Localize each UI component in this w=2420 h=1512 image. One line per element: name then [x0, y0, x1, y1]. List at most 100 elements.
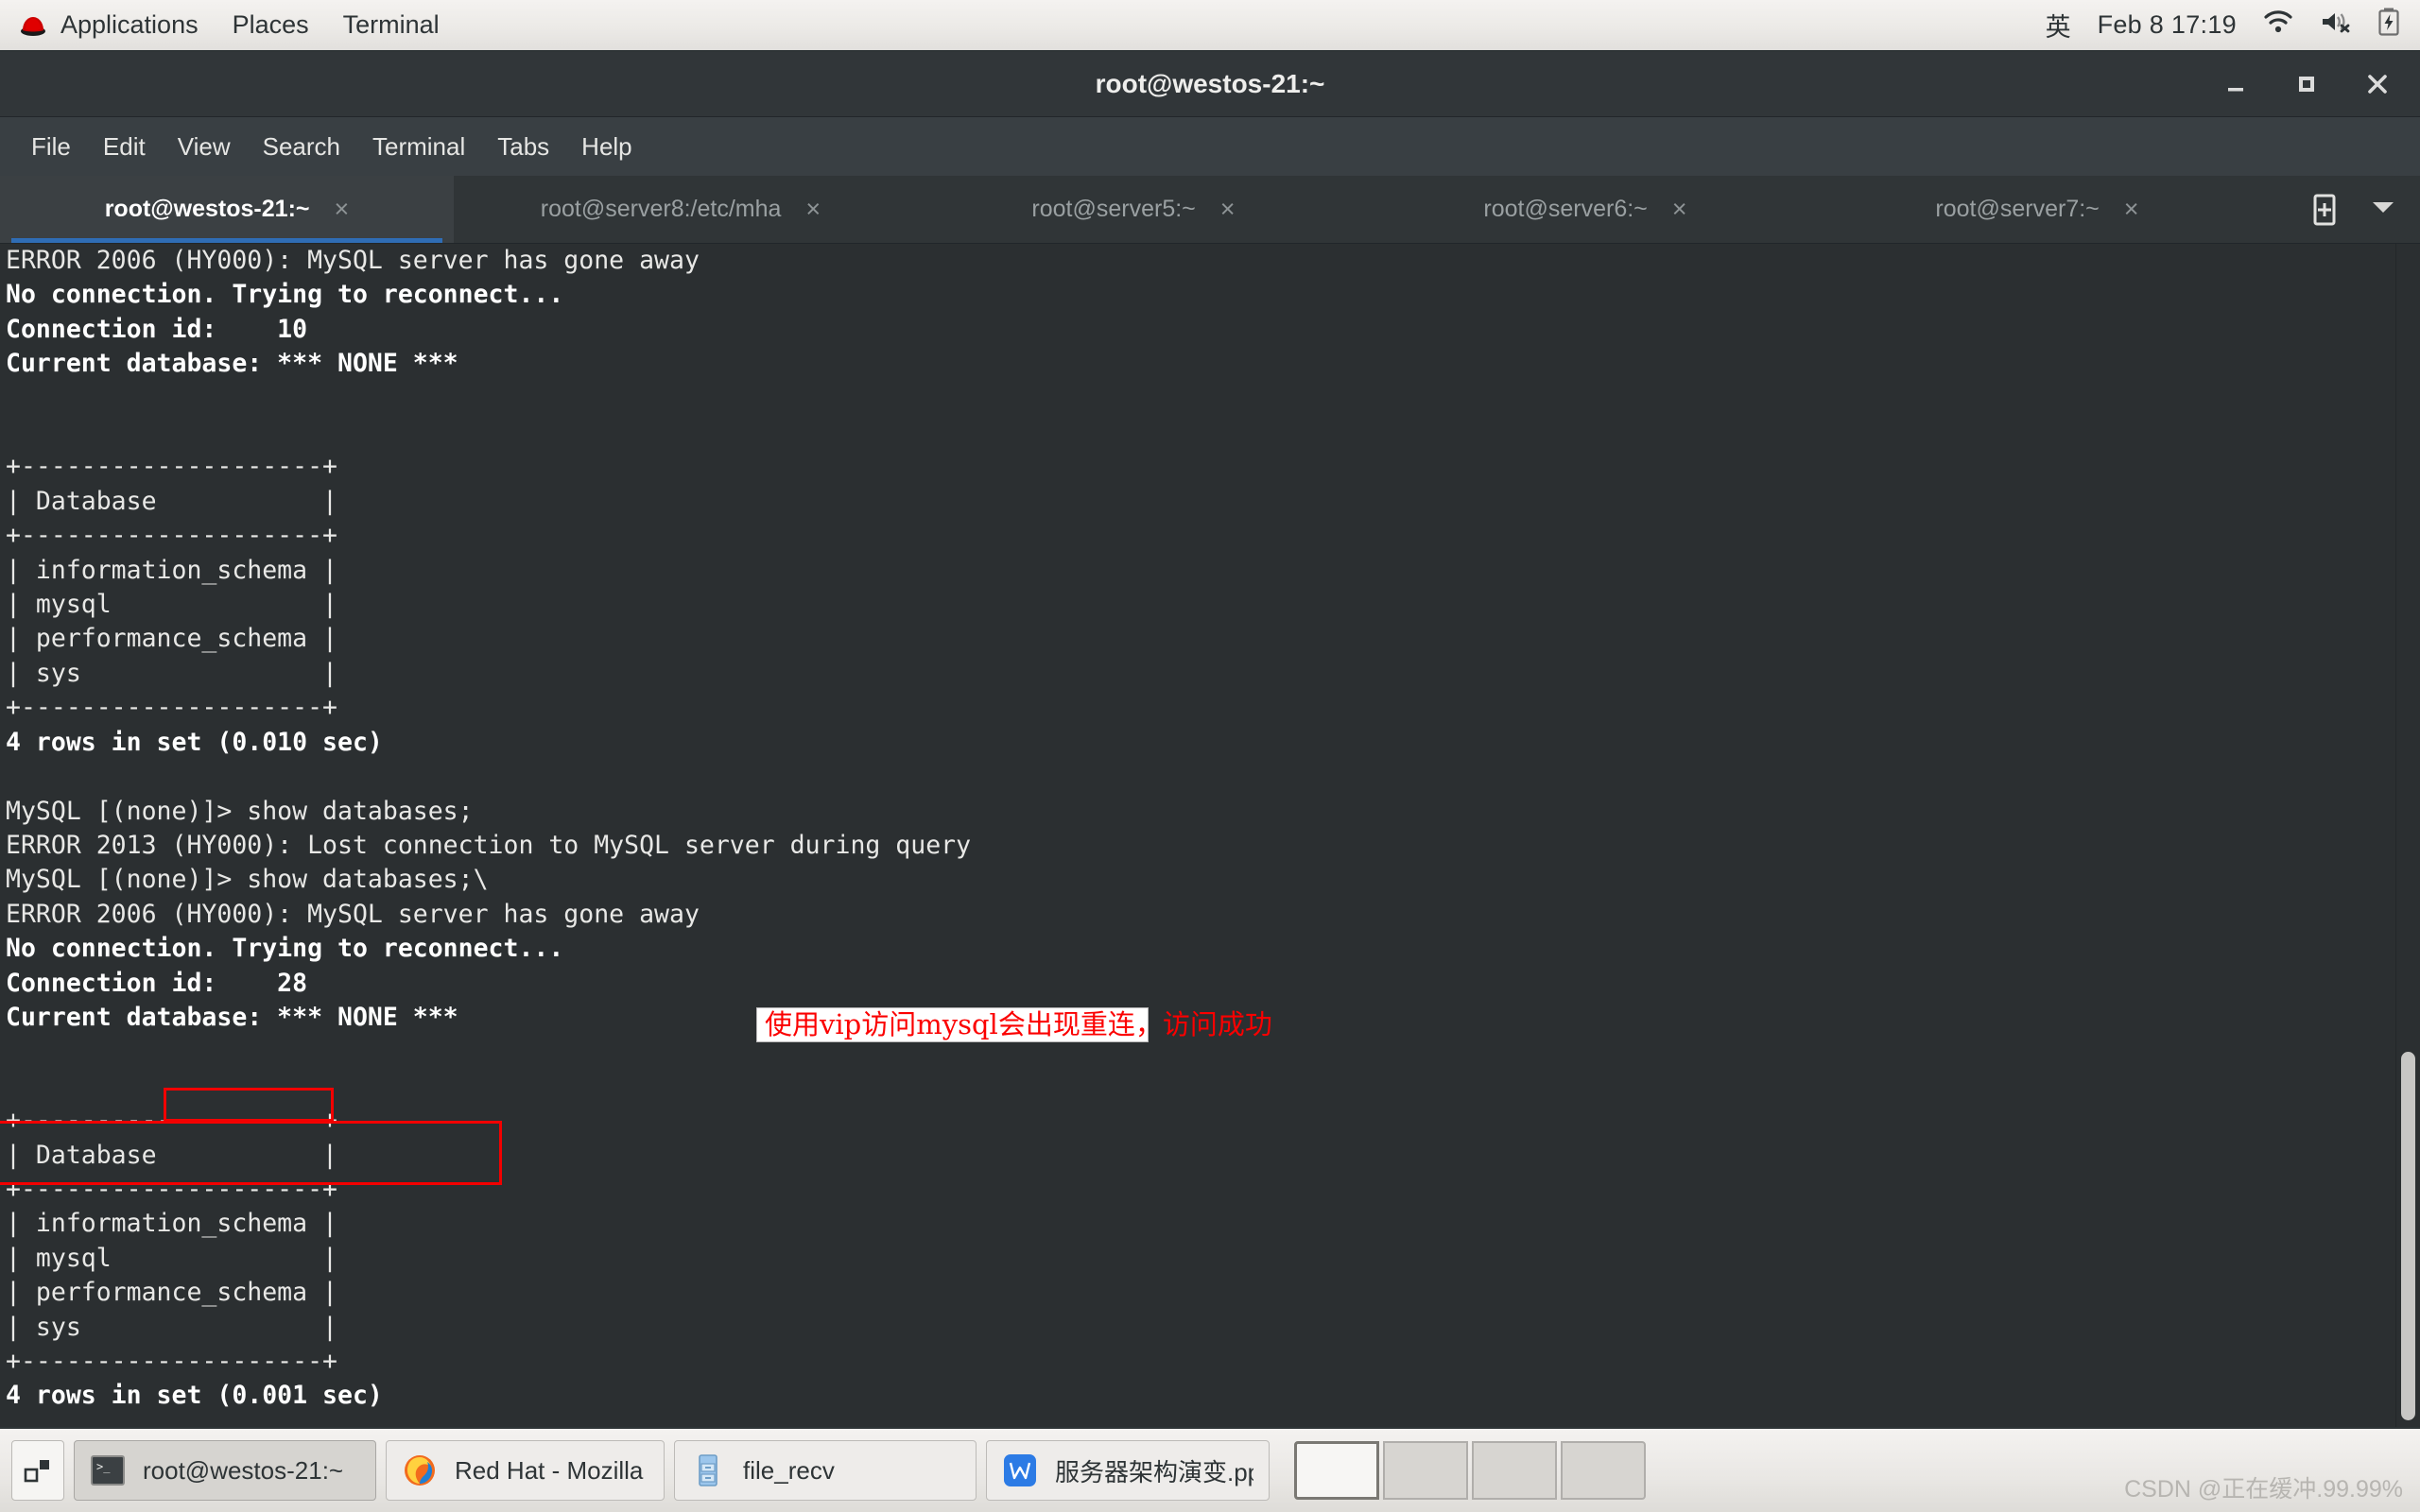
applications-menu-label: Applications [60, 10, 199, 39]
input-method-indicator[interactable]: 英 [2046, 7, 2071, 43]
terminal-line: ERROR 2006 (HY000): MySQL server has gon… [6, 899, 700, 929]
terminal-line: +--------------------+ [6, 452, 337, 482]
tab-root-server6[interactable]: root@server6:~ × [1359, 176, 1811, 243]
maximize-button[interactable] [2292, 70, 2321, 98]
terminal-line: | Database | [6, 1140, 337, 1170]
terminal-line: +--------------------+ [6, 1347, 337, 1376]
terminal-line: No connection. Trying to reconnect... [6, 280, 564, 310]
terminal-line: Current database: *** NONE *** [6, 349, 458, 379]
redhat-logo-icon [17, 13, 49, 38]
tab-root-server5[interactable]: root@server5:~ × [908, 176, 1359, 243]
workspace-3[interactable] [1472, 1441, 1557, 1500]
tab-label: root@server7:~ [1935, 196, 2100, 222]
terminal-scrollbar-thumb[interactable] [2401, 1052, 2415, 1420]
tab-close-icon[interactable]: × [1672, 197, 1687, 222]
wps-icon [1002, 1452, 1038, 1488]
terminal-line: ERROR 2006 (HY000): MySQL server has gon… [6, 246, 700, 275]
menu-search[interactable]: Search [247, 117, 356, 177]
terminal-line: | mysql | [6, 590, 337, 620]
workspace-switcher [1294, 1440, 1646, 1501]
taskbar-item-wps[interactable]: 服务器架构演变.pptx - WPS Offi... [986, 1440, 1270, 1501]
csdn-watermark: CSDN @正在缓冲.99.99% [2124, 1476, 2403, 1503]
terminal-line: 4 rows in set (0.010 sec) [6, 727, 383, 757]
svg-text:>_: >_ [96, 1460, 111, 1473]
minimize-button[interactable] [2221, 70, 2250, 98]
battery-charging-icon[interactable] [2378, 8, 2399, 43]
terminal-icon: >_ [90, 1452, 126, 1488]
tab-close-icon[interactable]: × [2124, 197, 2139, 222]
terminal-menu[interactable]: Terminal [326, 0, 457, 50]
tab-label: root@server8:/etc/mha [540, 196, 782, 222]
new-tab-icon[interactable] [2310, 194, 2339, 226]
terminal-line: MySQL [(none)]> show databases; [6, 796, 474, 826]
terminal-line: | sys | [6, 1312, 337, 1342]
menu-tabs[interactable]: Tabs [481, 117, 565, 177]
file-manager-icon [690, 1452, 726, 1488]
terminal-line: Connection id: 28 [6, 968, 308, 998]
tab-label: root@westos-21:~ [104, 196, 310, 222]
terminal-line: MySQL [(none)]> show databases;\ [6, 865, 489, 895]
menu-terminal[interactable]: Terminal [356, 117, 481, 177]
workspace-2[interactable] [1383, 1441, 1468, 1500]
menu-edit[interactable]: Edit [87, 117, 162, 177]
clock[interactable]: Feb 8 17:19 [2098, 10, 2237, 40]
terminal-line: +--------------------+ [6, 1174, 337, 1204]
taskbar-item-firefox[interactable]: Red Hat - Mozilla Firefox [386, 1440, 665, 1501]
terminal-line: | information_schema | [6, 555, 337, 585]
terminal-output: ERROR 2006 (HY000): MySQL server has gon… [6, 244, 971, 1427]
taskbar-item-label: Red Hat - Mozilla Firefox [455, 1455, 648, 1485]
bottom-taskbar: >_ root@westos-21:~ Red Hat - Mozilla Fi… [0, 1427, 2420, 1512]
terminal-line: ERROR 2013 (HY000): Lost connection to M… [6, 830, 972, 860]
terminal-line: | performance_schema | [6, 624, 337, 654]
tab-root-server7[interactable]: root@server7:~ × [1811, 176, 2263, 243]
places-menu-label: Places [232, 10, 309, 39]
tab-root-westos-21[interactable]: root@westos-21:~ × [0, 176, 454, 243]
menu-view[interactable]: View [162, 117, 247, 177]
tab-label: root@server6:~ [1483, 196, 1648, 222]
terminal-line: No connection. Trying to reconnect... [6, 934, 564, 964]
taskbar-item-terminal[interactable]: >_ root@westos-21:~ [74, 1440, 376, 1501]
terminal-line: 4 rows in set (0.001 sec) [6, 1381, 383, 1411]
terminal-menubar: File Edit View Search Terminal Tabs Help [0, 116, 2420, 176]
window-controls [2221, 52, 2392, 116]
tab-close-icon[interactable]: × [335, 197, 350, 222]
wifi-icon[interactable] [2263, 9, 2293, 41]
taskbar-item-label: file_recv [743, 1455, 835, 1485]
applications-menu[interactable]: Applications [0, 0, 216, 50]
terminal-tabbar: root@westos-21:~ × root@server8:/etc/mha… [0, 176, 2420, 244]
terminal-line: | performance_schema | [6, 1278, 337, 1308]
workspace-4[interactable] [1561, 1441, 1646, 1500]
places-menu[interactable]: Places [216, 0, 326, 50]
firefox-icon [402, 1452, 438, 1488]
annotation-callout-text: 使用vip访问mysql会出现重连，访问成功 [765, 1008, 1272, 1040]
terminal-line: | sys | [6, 658, 337, 688]
tab-label: root@server5:~ [1031, 196, 1196, 222]
terminal-line: | mysql | [6, 1243, 337, 1273]
tab-close-icon[interactable]: × [805, 197, 821, 222]
terminal-window: root@westos-21:~ File Edit View Search T… [0, 52, 2420, 1427]
window-title: root@westos-21:~ [1095, 69, 1325, 98]
window-titlebar[interactable]: root@westos-21:~ [0, 52, 2420, 116]
workspace-1[interactable] [1294, 1441, 1379, 1500]
terminal-menu-label: Terminal [342, 10, 440, 39]
menu-file[interactable]: File [15, 117, 87, 177]
volume-muted-icon[interactable] [2320, 9, 2352, 41]
gnome-top-panel: Applications Places Terminal 英 Feb 8 17:… [0, 0, 2420, 52]
terminal-screen[interactable]: ERROR 2006 (HY000): MySQL server has gon… [0, 244, 2420, 1427]
terminal-line: +--------------------+ [6, 521, 337, 551]
tab-close-icon[interactable]: × [1220, 197, 1236, 222]
annotation-callout: 使用vip访问mysql会出现重连，访问成功 [756, 1007, 1272, 1042]
show-desktop-icon[interactable] [11, 1440, 64, 1501]
tabbar-actions [2286, 176, 2420, 243]
menu-help[interactable]: Help [565, 117, 648, 177]
taskbar-item-label: root@westos-21:~ [143, 1455, 344, 1485]
terminal-line: | Database | [6, 486, 337, 516]
close-button[interactable] [2363, 70, 2392, 98]
terminal-line: Connection id: 10 [6, 314, 308, 344]
terminal-scrollbar[interactable] [2395, 244, 2420, 1427]
taskbar-item-label: 服务器架构演变.pptx - WPS Offi... [1055, 1457, 1253, 1486]
taskbar-item-file-recv[interactable]: file_recv [674, 1440, 977, 1501]
chevron-down-icon[interactable] [2371, 198, 2395, 220]
tab-root-server8[interactable]: root@server8:/etc/mha × [454, 176, 908, 243]
terminal-line: | information_schema | [6, 1209, 337, 1239]
